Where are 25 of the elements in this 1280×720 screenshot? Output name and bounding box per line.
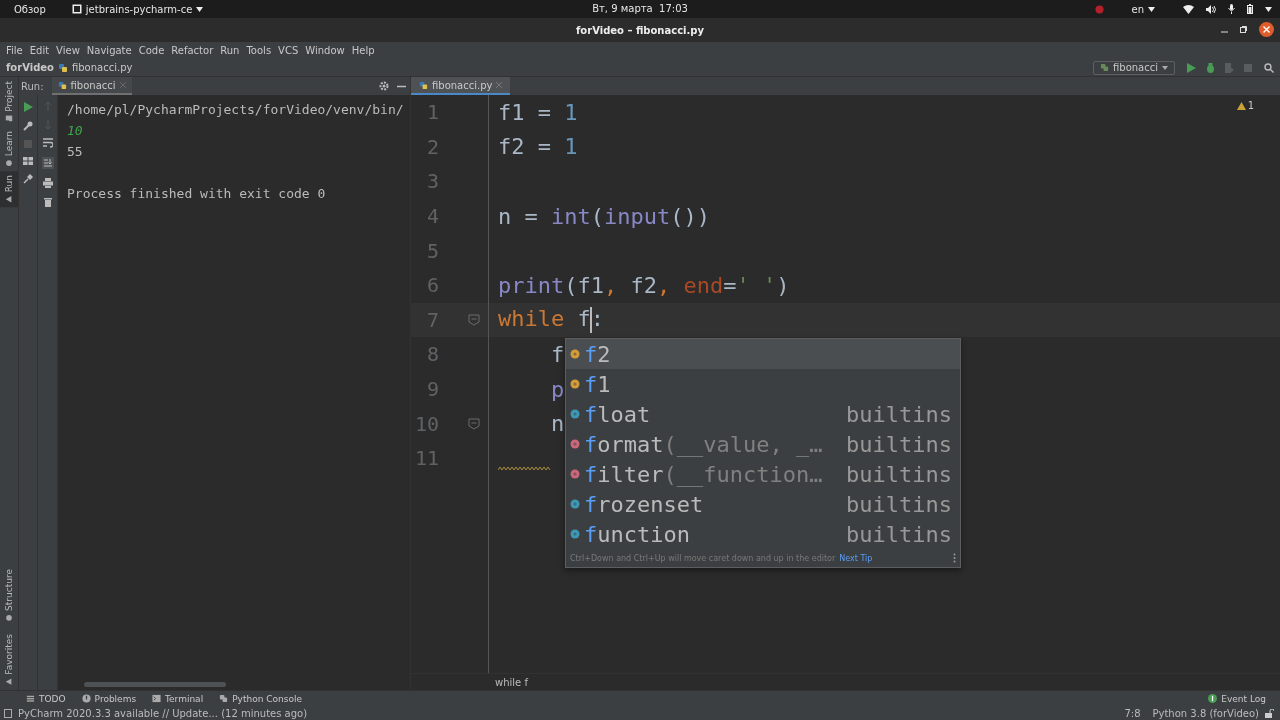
- problem-count: 1: [1247, 100, 1254, 111]
- line-number: 3: [425, 169, 439, 194]
- line-number: 10: [413, 411, 439, 436]
- code-text: n: [549, 411, 565, 437]
- line-number: 5: [425, 238, 439, 263]
- code-text: f2 = 1: [498, 134, 578, 160]
- console-output-text: 55: [67, 144, 83, 159]
- line-number: 2: [425, 134, 439, 159]
- code-text: f: [549, 341, 565, 367]
- line-number: 9: [425, 377, 439, 402]
- line-number: 8: [425, 342, 439, 367]
- line-number: 4: [425, 204, 439, 229]
- console-input-text: 10: [67, 123, 83, 138]
- run-label: Run:: [21, 80, 44, 92]
- code-text: print(f1, f2, end=' '): [498, 272, 790, 298]
- code-text: n = int(input()): [498, 203, 710, 229]
- code-text: p: [549, 376, 565, 402]
- line-number: 11: [413, 446, 439, 471]
- console-output-text: Process finished with exit code 0: [67, 186, 326, 201]
- line-number: 1: [425, 100, 439, 125]
- line-number: 6: [425, 273, 439, 298]
- window-title: forVideo – fibonacci.py: [576, 24, 704, 36]
- code-text: f1 = 1: [498, 99, 578, 125]
- code-text: while f:: [498, 306, 604, 334]
- console-output-text: /home/pl/PycharmProjects/forVideo/venv/bin/: [67, 102, 404, 117]
